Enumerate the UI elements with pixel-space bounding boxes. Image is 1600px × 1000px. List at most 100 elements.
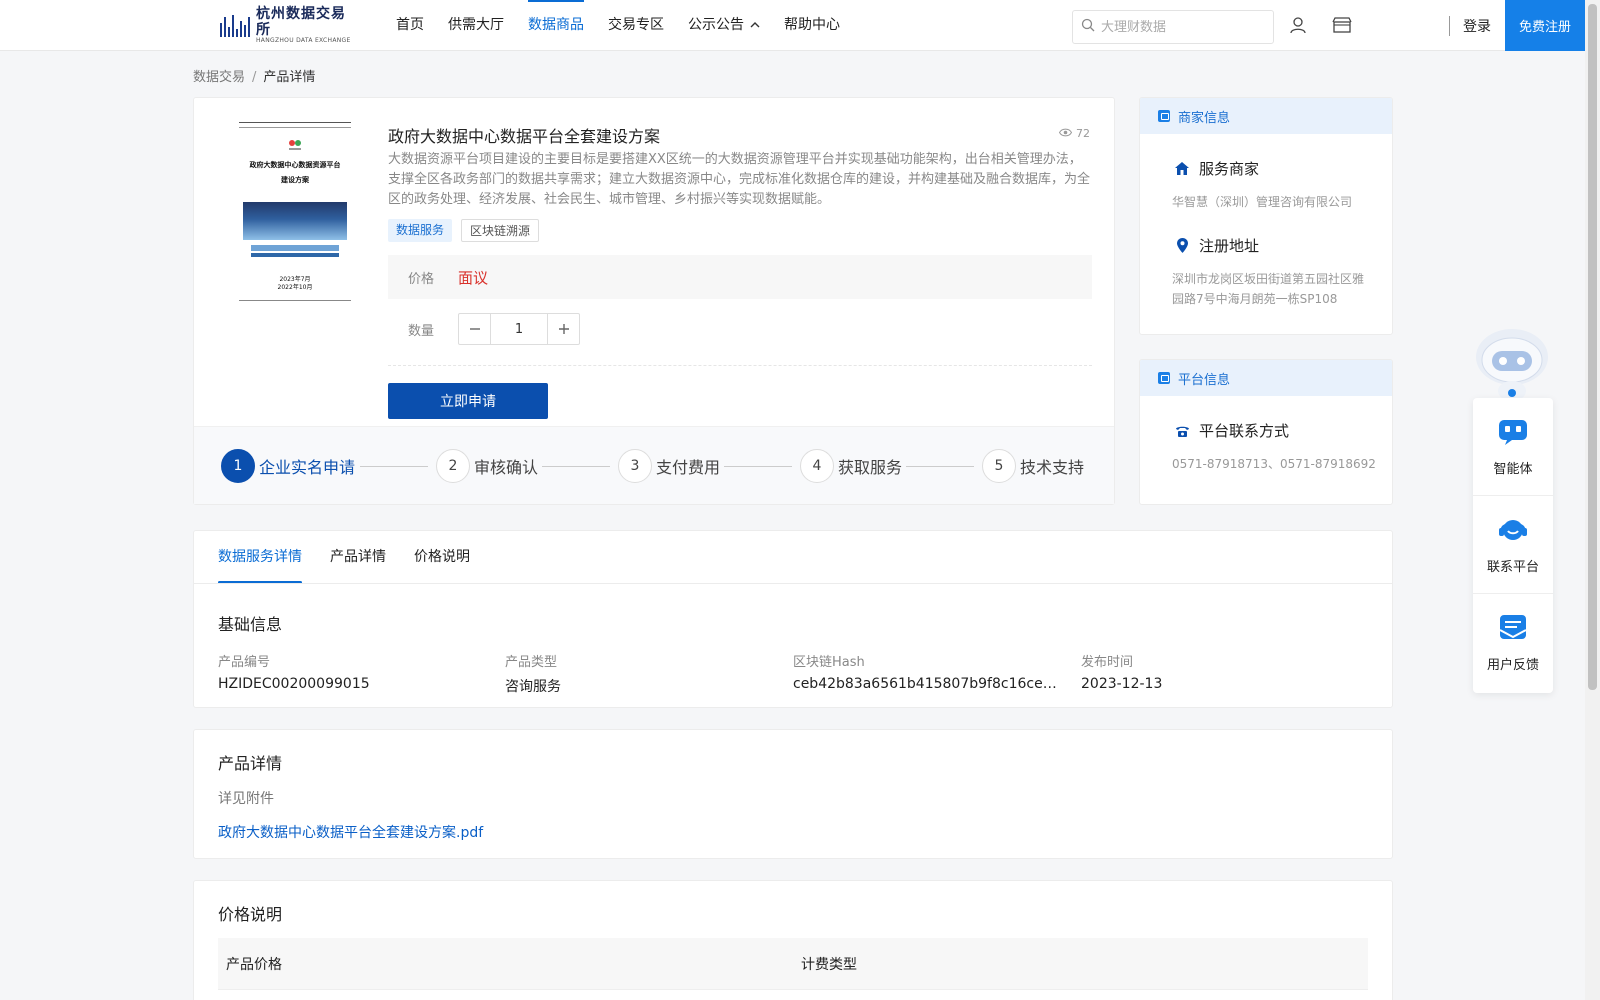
info-product-type: 产品类型 咨询服务 [505,651,777,696]
apply-button[interactable]: 立即申请 [388,383,548,419]
breadcrumb-root[interactable]: 数据交易 [193,70,245,85]
step-5-number: 5 [982,449,1016,483]
tab-price-description[interactable]: 价格说明 [414,531,470,583]
thumbnail-title-1: 政府大数据中心数据资源平台 [249,161,341,169]
pricing-card: 价格说明 产品价格 计费类型 [193,880,1393,1000]
nav-supply-demand[interactable]: 供需大厅 [448,0,504,50]
tag-data-service: 数据服务 [388,219,453,242]
site-logo[interactable]: 杭州数据交易所 HANGZHOU DATA EXCHANGE [220,7,360,44]
thumbnail-date-2: 2022年10月 [277,284,313,291]
step-connector [360,466,428,467]
info-publish-time: 发布时间 2023-12-13 [1081,651,1353,692]
step-1-number: 1 [221,449,255,483]
robot-mascot[interactable] [1472,325,1552,403]
nav-data-products[interactable]: 数据商品 [528,0,584,50]
step-connector [906,466,974,467]
step-4-number: 4 [800,449,834,483]
register-button[interactable]: 免费注册 [1505,0,1585,51]
home-icon [1174,161,1190,177]
nav-announcements-label: 公示公告 [688,17,744,33]
user-feedback-button[interactable]: 用户反馈 [1473,594,1553,690]
product-card: 政府大数据中心数据资源平台 建设方案 2023年7月 2022年10月 政府大数… [193,97,1115,505]
logo-bars-icon [220,15,250,37]
top-header: 杭州数据交易所 HANGZHOU DATA EXCHANGE 首页 供需大厅 数… [0,0,1600,51]
column-billing-type: 计费类型 [801,957,857,973]
tab-product-details[interactable]: 产品详情 [330,531,386,583]
step-5: 5 技术支持 [982,449,1084,483]
contact-platform-button[interactable]: 联系平台 [1473,496,1553,592]
page-scrollbar[interactable] [1585,0,1600,1000]
login-link[interactable]: 登录 [1463,16,1491,36]
search-input[interactable] [1101,19,1261,35]
thumbnail-title-2: 建设方案 [281,176,309,184]
nav-home[interactable]: 首页 [396,0,424,50]
info-value: ceb42b83a6561b415807b9f8c16ce019ed… [793,676,1065,692]
service-merchant-row: 服务商家 [1174,158,1259,179]
decrease-button[interactable] [459,314,490,344]
thumbnail-diagram [243,202,347,240]
step-1: 1 企业实名申请 [221,449,355,483]
info-value: 咨询服务 [505,679,561,695]
price-value: 面议 [458,268,489,287]
location-pin-icon [1174,238,1190,254]
info-blockchain-hash: 区块链Hash ceb42b83a6561b415807b9f8c16ce019… [793,651,1065,692]
info-value: HZIDEC00200099015 [218,676,370,692]
robot-chat-icon [1497,416,1529,450]
product-thumbnail[interactable]: 政府大数据中心数据资源平台 建设方案 2023年7月 2022年10月 [239,122,351,302]
platform-info-icon [1158,372,1170,384]
registered-address-value: 深圳市龙岗区坂田街道第五园社区雅园路7号中海月朗苑一栋SP108 [1172,272,1365,306]
step-3-label: 支付费用 [656,458,721,477]
step-3: 3 支付费用 [618,449,720,483]
pricing-table-header: 产品价格 计费类型 [218,938,1368,990]
details-tabs-card: 数据服务详情 产品详情 价格说明 基础信息 产品编号 HZIDEC0020009… [193,530,1393,708]
header-divider [1449,16,1450,36]
agent-label: 智能体 [1493,461,1533,477]
step-connector [724,466,792,467]
merchant-info-title: 商家信息 [1178,110,1231,126]
price-box: 价格 面议 [388,255,1092,299]
user-feedback-label: 用户反馈 [1486,657,1539,673]
registered-address-label: 注册地址 [1199,237,1260,255]
nav-announcements[interactable]: 公示公告 [688,0,760,50]
platform-contact-value: 0571-87918713、0571-87918692 [1172,457,1376,471]
chevron-up-icon [750,1,760,51]
registered-address-row: 注册地址 [1174,235,1259,256]
quantity-row: 数量 1 [408,313,580,345]
attachment-link[interactable]: 政府大数据中心数据平台全套建设方案.pdf [218,822,483,842]
info-key: 发布时间 [1081,655,1134,670]
quantity-label: 数量 [408,323,435,339]
search-icon [1081,18,1095,36]
merchant-info-icon [1158,110,1170,122]
pricing-title: 价格说明 [218,905,283,924]
shop-icon[interactable] [1331,14,1353,36]
product-detail-note: 详见附件 [218,791,274,807]
agent-button[interactable]: 智能体 [1473,398,1553,494]
quantity-value[interactable]: 1 [490,314,548,344]
divider [388,365,1092,366]
nav-help-center[interactable]: 帮助中心 [784,0,840,50]
basic-info-title: 基础信息 [218,615,283,634]
info-key: 产品类型 [505,655,558,670]
quantity-stepper: 1 [458,313,580,345]
detail-tabs: 数据服务详情 产品详情 价格说明 [218,531,498,584]
step-3-number: 3 [618,449,652,483]
increase-button[interactable] [548,314,579,344]
breadcrumb: 数据交易 / 产品详情 [193,66,315,85]
step-5-label: 技术支持 [1020,458,1085,477]
view-count: 72 [1058,127,1090,140]
nav-trading-zone[interactable]: 交易专区 [608,0,664,50]
info-product-code: 产品编号 HZIDEC00200099015 [218,651,490,692]
step-2-number: 2 [436,449,470,483]
platform-info-title: 平台信息 [1178,372,1231,388]
info-value: 2023-12-13 [1081,676,1163,692]
thumbnail-logo-icon [287,138,303,150]
user-icon[interactable] [1287,14,1309,36]
scrollbar-thumb[interactable] [1588,4,1597,690]
info-key: 区块链Hash [793,655,865,670]
platform-info-header: 平台信息 [1140,360,1392,396]
product-title: 政府大数据中心数据平台全套建设方案 [388,127,661,146]
feedback-mail-icon [1497,612,1529,646]
process-steps: 1 企业实名申请 2 审核确认 3 支付费用 4 获取服务 5 技术支持 [194,426,1114,504]
search-box[interactable] [1072,10,1274,44]
tab-data-service-details[interactable]: 数据服务详情 [218,531,302,584]
